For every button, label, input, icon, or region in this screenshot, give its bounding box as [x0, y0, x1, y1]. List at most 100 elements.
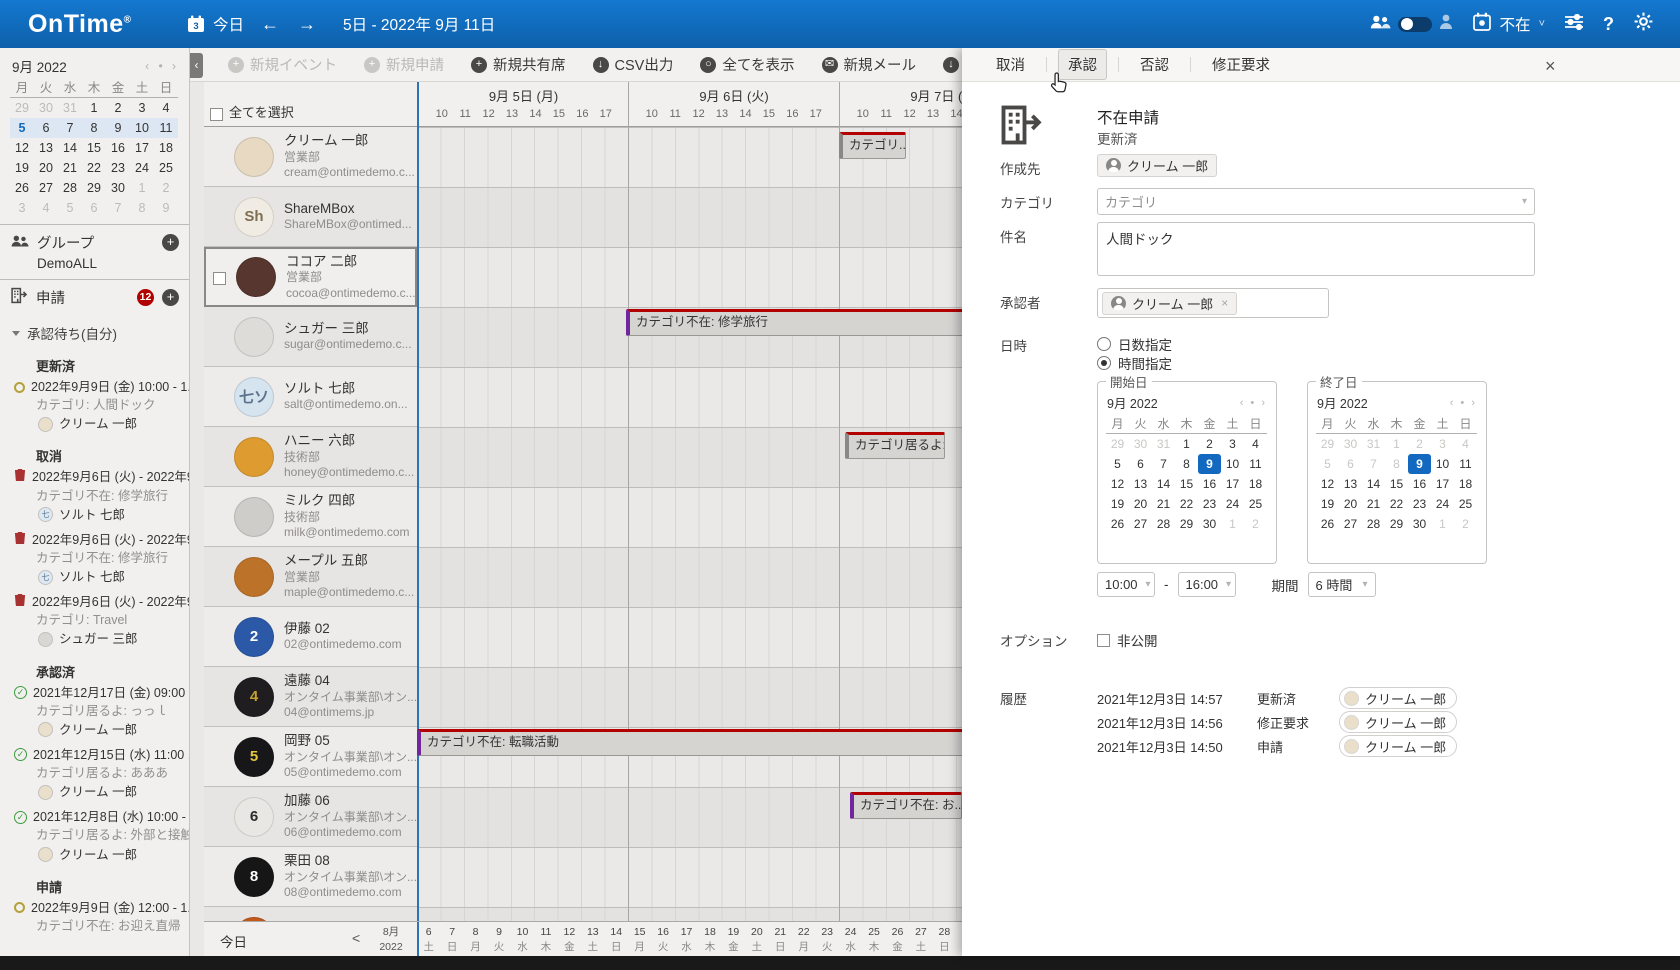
scrubber-day[interactable]: 26 金	[886, 925, 909, 954]
scrubber-day[interactable]: 25 木	[862, 925, 885, 954]
calendar-nav[interactable]: ‹ • ›	[1240, 397, 1267, 409]
calendar-day[interactable]: 10	[1431, 454, 1454, 474]
calendar-day[interactable]: 30	[34, 98, 58, 118]
calendar-day[interactable]: 2	[106, 98, 130, 118]
group-section-label[interactable]: グループ	[37, 232, 94, 253]
scrubber-day[interactable]: 16 火	[651, 925, 674, 954]
scrubber-day[interactable]: 15 月	[628, 925, 651, 954]
calendar-day[interactable]: 19	[1106, 494, 1129, 514]
panel-action-button[interactable]: 取消	[986, 49, 1035, 80]
scrubber-day[interactable]: 11 木	[534, 925, 557, 954]
calendar-day[interactable]: 28	[1152, 514, 1175, 534]
calendar-day[interactable]: 21	[1152, 494, 1175, 514]
approval-item[interactable]: 2022年9月6日 (火) - 2022年9... カテゴリ不在: 修学旅行 七…	[14, 468, 189, 523]
toolbar-button[interactable]: ✉ 新規メール	[822, 54, 917, 75]
calendar-day[interactable]: 30	[1339, 434, 1362, 454]
selected-group[interactable]: DemoALL	[37, 256, 179, 271]
calendar-day[interactable]: 11	[154, 118, 178, 138]
calendar-day[interactable]: 2	[1198, 434, 1221, 454]
user-row[interactable]: ハニー 六郎 技術部 honey@ontimedemo.c...	[204, 427, 417, 487]
scrubber-day[interactable]: 20 土	[745, 925, 768, 954]
user-row[interactable]: シュガー 三郎 sugar@ontimedemo.c...	[204, 307, 417, 367]
category-select[interactable]: カテゴリ ▾	[1097, 188, 1535, 215]
duration-select[interactable]: 6 時間 ▾	[1308, 572, 1376, 597]
calendar-day[interactable]: 27	[34, 178, 58, 198]
select-all-checkbox[interactable]	[210, 108, 223, 121]
calendar-day[interactable]: 24	[1221, 494, 1244, 514]
calendar-day[interactable]: 23	[1198, 494, 1221, 514]
calendar-day[interactable]: 15	[1385, 474, 1408, 494]
calendar-day[interactable]: 6	[1339, 454, 1362, 474]
calendar-day[interactable]: 19	[10, 158, 34, 178]
calendar-day[interactable]: 14	[1152, 474, 1175, 494]
calendar-day[interactable]: 1	[1175, 434, 1198, 454]
calendar-day[interactable]: 11	[1244, 454, 1267, 474]
calendar-day[interactable]: 5	[1106, 454, 1129, 474]
calendar-day[interactable]: 4	[1454, 434, 1477, 454]
approval-item[interactable]: 2022年9月9日 (金) 10:00 - 1... カテゴリ: 人間ドック ク…	[14, 378, 189, 433]
scrubber-day[interactable]: 22 月	[792, 925, 815, 954]
approver-input[interactable]: クリーム 一郎 ×	[1097, 288, 1329, 318]
remove-icon[interactable]: ×	[1221, 296, 1228, 310]
user-row[interactable]: 8 栗田 08 オンタイム事業部\オン... 08@ontimedemo.com	[204, 847, 417, 907]
approval-item[interactable]: 2021年12月17日 (金) 09:00 ... カテゴリ居るよ: っっｌ ク…	[14, 684, 189, 739]
scrubber-day[interactable]: 14 日	[605, 925, 628, 954]
scrubber-day[interactable]: 27 土	[909, 925, 932, 954]
scrubber-day[interactable]: 9 火	[487, 925, 510, 954]
panel-action-button[interactable]: 否認	[1130, 49, 1179, 80]
calendar-day[interactable]: 17	[1431, 474, 1454, 494]
calendar-day[interactable]: 2	[1408, 434, 1431, 454]
approval-item[interactable]: 2022年9月9日 (金) 12:00 - 1... カテゴリ不在: お迎え直帰	[14, 899, 189, 935]
calendar-day[interactable]: 17	[130, 138, 154, 158]
history-person-chip[interactable]: クリーム 一郎	[1339, 711, 1457, 733]
approval-item[interactable]: 2021年12月15日 (水) 11:00 ... カテゴリ居るよ: あああ ク…	[14, 746, 189, 801]
chevron-down-icon[interactable]: ˅	[1539, 18, 1545, 30]
calendar-day[interactable]: 21	[1362, 494, 1385, 514]
scrubber-day[interactable]: 8 月	[464, 925, 487, 954]
calendar-day[interactable]: 22	[82, 158, 106, 178]
calendar-day[interactable]: 12	[1106, 474, 1129, 494]
approval-item[interactable]: 2022年9月6日 (火) - 2022年9... カテゴリ不在: 修学旅行 七…	[14, 531, 189, 586]
calendar-day[interactable]: 14	[1362, 474, 1385, 494]
scrubber-day[interactable]: 17 水	[675, 925, 698, 954]
calendar-day[interactable]: 18	[154, 138, 178, 158]
user-row[interactable]: クリーム 一郎 営業部 cream@ontimedemo.c...	[204, 127, 417, 187]
select-all[interactable]: 全てを選択	[204, 82, 417, 127]
calendar-day[interactable]: 9	[154, 198, 178, 218]
add-request-button[interactable]: +	[162, 289, 179, 306]
calendar-day[interactable]: 11	[1454, 454, 1477, 474]
calendar-day[interactable]: 5	[1316, 454, 1339, 474]
scrubber-day[interactable]: 28 日	[933, 925, 956, 954]
calendar-day[interactable]: 20	[1339, 494, 1362, 514]
panel-action-button[interactable]: 修正要求	[1202, 49, 1280, 80]
calendar-day[interactable]: 25	[1454, 494, 1477, 514]
calendar-day[interactable]: 19	[1316, 494, 1339, 514]
user-row[interactable]: 5 岡野 05 オンタイム事業部\オン... 05@ontimedemo.com	[204, 727, 417, 787]
calendar-day[interactable]: 14	[58, 138, 82, 158]
scrubber-day[interactable]: 12 金	[558, 925, 581, 954]
history-person-chip[interactable]: クリーム 一郎	[1339, 687, 1457, 709]
calendar-day[interactable]: 1	[1431, 514, 1454, 534]
event-bar[interactable]: カテゴリ...	[839, 132, 906, 159]
calendar-day[interactable]: 27	[1339, 514, 1362, 534]
calendar-day[interactable]: 4	[34, 198, 58, 218]
calendar-day[interactable]: 13	[34, 138, 58, 158]
user-row[interactable]: ココア 二郎 営業部 cocoa@ontimedemo.c...	[204, 247, 417, 307]
calendar-day[interactable]: 16	[1198, 474, 1221, 494]
user-row[interactable]: ミルク 四郎 技術部 milk@ontimedemo.com	[204, 487, 417, 547]
calendar-day[interactable]: 10	[1221, 454, 1244, 474]
history-person-chip[interactable]: クリーム 一郎	[1339, 735, 1457, 757]
subject-input[interactable]: 人間ドック	[1097, 222, 1535, 276]
private-checkbox[interactable]	[1097, 634, 1110, 647]
add-group-button[interactable]: +	[162, 234, 179, 251]
scrubber-day[interactable]: 13 土	[581, 925, 604, 954]
sliders-icon[interactable]	[1564, 14, 1584, 35]
calendar-day[interactable]: 3	[1431, 434, 1454, 454]
next-day-button[interactable]: →	[296, 14, 318, 35]
approval-item[interactable]: 2022年9月6日 (火) - 2022年9... カテゴリ: Travel シ…	[14, 593, 189, 648]
calendar-day[interactable]: 26	[1106, 514, 1129, 534]
calendar-day[interactable]: 8	[82, 118, 106, 138]
calendar-day[interactable]: 16	[106, 138, 130, 158]
calendar-day[interactable]: 22	[1385, 494, 1408, 514]
calendar-day[interactable]: 17	[1221, 474, 1244, 494]
